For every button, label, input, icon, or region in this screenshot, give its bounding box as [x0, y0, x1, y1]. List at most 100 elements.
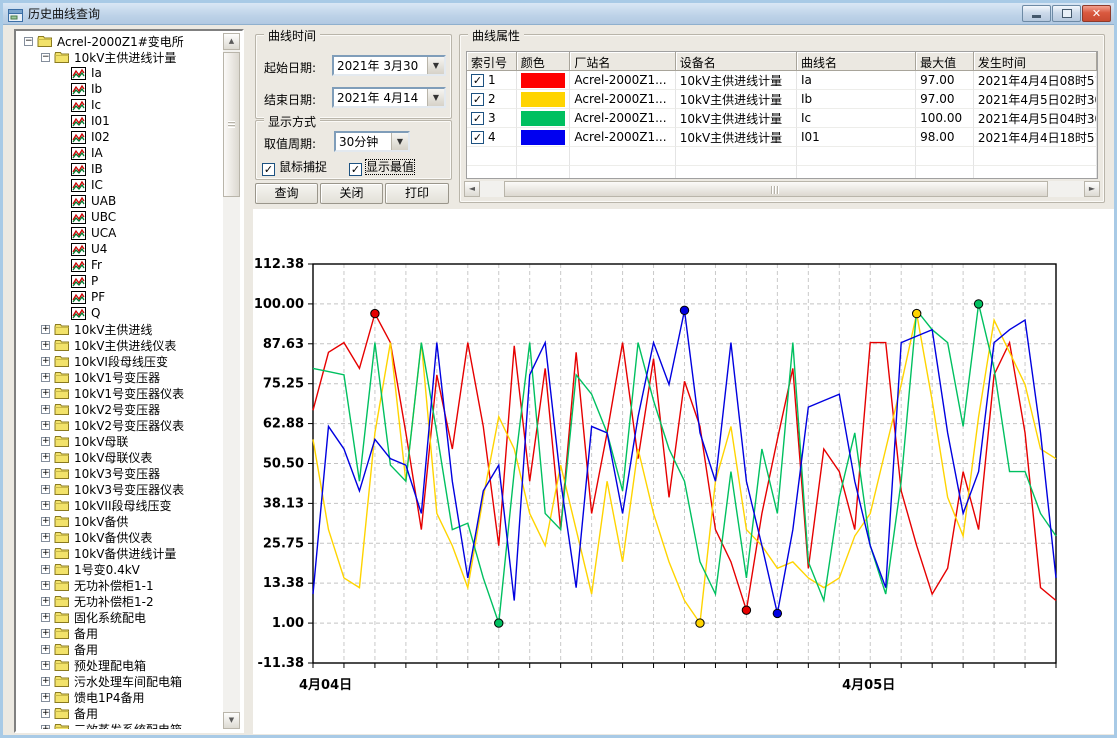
tree-node-label[interactable]: 10kV备供 [74, 513, 128, 530]
tree-node[interactable]: + 备用 [18, 625, 223, 641]
tree-node[interactable]: −10kV主供进线计量 [18, 49, 223, 65]
tree-node[interactable]: I02 [18, 129, 223, 145]
tree-node-label[interactable]: 1号变0.4kV [74, 561, 140, 578]
tree-node-label[interactable]: 馈电1P4备用 [74, 689, 145, 706]
column-header[interactable]: 最大值 [916, 52, 974, 71]
row-checkbox[interactable]: ✓ [471, 93, 484, 106]
tree-node-label[interactable]: 污水处理车间配电箱 [74, 673, 182, 690]
tree-node-label[interactable]: 预处理配电箱 [74, 657, 146, 674]
tree-node-label[interactable]: 10kV备供进线计量 [74, 545, 176, 562]
tree-node-label[interactable]: Fr [91, 258, 102, 272]
tree-expander-expand-icon[interactable]: + [41, 485, 50, 494]
tree-node[interactable]: UBC [18, 209, 223, 225]
tree-node-label[interactable]: 10kV主供进线 [74, 321, 152, 338]
tree-expander-expand-icon[interactable]: + [41, 693, 50, 702]
tree-node-label[interactable]: 10kV2号变压器 [74, 401, 160, 418]
tree-node[interactable]: +10kV母联 [18, 433, 223, 449]
table-row[interactable]: ✓3Acrel-2000Z1...10kV主供进线计量Ic100.002021年… [467, 109, 1097, 128]
tree-node[interactable]: +无功补偿柜1-2 [18, 593, 223, 609]
tree-node-label[interactable]: 10kV备供仪表 [74, 529, 152, 546]
tree-expander-expand-icon[interactable]: + [41, 549, 50, 558]
tree-expander-collapse-icon[interactable]: − [41, 53, 50, 62]
tree-node[interactable]: Fr [18, 257, 223, 273]
tree-node-label[interactable]: I02 [91, 130, 110, 144]
history-curve-chart[interactable]: 112.38100.0087.6375.2562.8850.5038.1325.… [253, 209, 1114, 734]
tree-node-label[interactable]: 10kVII段母线压变 [74, 497, 172, 514]
row-index-cell[interactable]: ✓4 [467, 128, 517, 147]
tree-node[interactable]: +备用 [18, 641, 223, 657]
tree-node-label[interactable]: 备用 [74, 625, 98, 642]
tree-node[interactable]: +预处理配电箱 [18, 657, 223, 673]
tree-node-label[interactable]: Q [91, 306, 100, 320]
tree-expander-expand-icon[interactable]: + [41, 565, 50, 574]
tree-node[interactable]: IC [18, 177, 223, 193]
tree-expander-expand-icon[interactable]: + [41, 469, 50, 478]
row-index-cell[interactable]: ✓2 [467, 90, 517, 109]
tree-expander-expand-icon[interactable]: + [41, 437, 50, 446]
tree-expander-expand-icon[interactable]: + [41, 613, 50, 622]
tree-node[interactable]: +固化系统配电 [18, 609, 223, 625]
tree-node-label[interactable]: IB [91, 162, 103, 176]
tree-node[interactable]: +10kV备供 [18, 513, 223, 529]
tree-expander-expand-icon[interactable]: + [41, 629, 50, 638]
tree-node-label[interactable]: UAB [91, 194, 116, 208]
tree-expander-expand-icon[interactable]: + [41, 405, 50, 414]
end-date-dropdown[interactable]: 2021年 4月14 ▼ [332, 87, 446, 108]
table-row[interactable]: ✓1Acrel-2000Z1...10kV主供进线计量Ia97.002021年4… [467, 71, 1097, 90]
tree-scrollbar-thumb[interactable] [223, 52, 240, 197]
tree-node-label[interactable]: UCA [91, 226, 116, 240]
tree-node-label[interactable]: IC [91, 178, 103, 192]
tree-node[interactable]: IA [18, 145, 223, 161]
tree-node[interactable]: P [18, 273, 223, 289]
column-header[interactable]: 索引号 [467, 52, 517, 71]
tree-expander-expand-icon[interactable]: + [41, 677, 50, 686]
tree-node-label[interactable]: Acrel-2000Z1#变电所 [57, 33, 184, 50]
restore-button[interactable] [1052, 5, 1081, 22]
tree-node[interactable]: +10kV3号变压器仪表 [18, 481, 223, 497]
tree-node[interactable]: +10kV1号变压器仪表 [18, 385, 223, 401]
show-extremes-checkbox[interactable]: ✓ [349, 163, 362, 176]
tree-node-label[interactable]: 10kVI段母线压变 [74, 353, 168, 370]
close-dialog-button[interactable]: 关闭 [320, 183, 383, 204]
tree-node-label[interactable]: 10kV主供进线仪表 [74, 337, 176, 354]
tree-node[interactable]: U4 [18, 241, 223, 257]
tree-node[interactable]: IB [18, 161, 223, 177]
tree-node-label[interactable]: U4 [91, 242, 107, 256]
table-row[interactable]: ✓2Acrel-2000Z1...10kV主供进线计量Ib97.002021年4… [467, 90, 1097, 109]
tree-node[interactable]: +10kVII段母线压变 [18, 497, 223, 513]
tree-expander-expand-icon[interactable]: + [41, 421, 50, 430]
tree-node[interactable]: Ic [18, 97, 223, 113]
tree-node-label[interactable]: 10kV1号变压器 [74, 369, 160, 386]
tree-node[interactable]: I01 [18, 113, 223, 129]
tree-node[interactable]: +1号变0.4kV [18, 561, 223, 577]
tree-expander-expand-icon[interactable]: + [41, 533, 50, 542]
row-checkbox[interactable]: ✓ [471, 112, 484, 125]
tree-node[interactable]: UAB [18, 193, 223, 209]
chevron-down-icon[interactable]: ▼ [427, 57, 444, 74]
tree-node-label[interactable]: UBC [91, 210, 116, 224]
print-button[interactable]: 打印 [385, 183, 449, 204]
tree-expander-expand-icon[interactable]: + [41, 453, 50, 462]
tree-node[interactable]: +10kVI段母线压变 [18, 353, 223, 369]
tree-expander-collapse-icon[interactable]: − [24, 37, 33, 46]
tree-expander-expand-icon[interactable]: + [41, 517, 50, 526]
tree-node-label[interactable]: Ic [91, 98, 101, 112]
tree-expander-expand-icon[interactable]: + [41, 645, 50, 654]
column-header[interactable]: 曲线名 [797, 52, 916, 71]
tree-expander-expand-icon[interactable]: + [41, 373, 50, 382]
tree-expander-expand-icon[interactable]: + [41, 341, 50, 350]
scroll-right-arrow-icon[interactable]: ► [1084, 181, 1100, 197]
tree-node-label[interactable]: 10kV母联 [74, 433, 128, 450]
tree-node-label[interactable]: I01 [91, 114, 110, 128]
row-index-cell[interactable]: ✓3 [467, 109, 517, 128]
tree-node[interactable]: +三效蒸发系统配电箱 [18, 721, 223, 729]
tree-node[interactable]: +无功补偿柜1-1 [18, 577, 223, 593]
scroll-down-arrow-icon[interactable]: ▼ [223, 712, 240, 729]
tree-expander-expand-icon[interactable]: + [41, 709, 50, 718]
tree-node-label[interactable]: 无功补偿柜1-1 [74, 577, 154, 594]
tree-node[interactable]: PF [18, 289, 223, 305]
tree-node[interactable]: +10kV母联仪表 [18, 449, 223, 465]
row-index-cell[interactable]: ✓1 [467, 71, 517, 90]
column-header[interactable]: 颜色 [517, 52, 571, 71]
mouse-capture-checkbox[interactable]: ✓ [262, 163, 275, 176]
